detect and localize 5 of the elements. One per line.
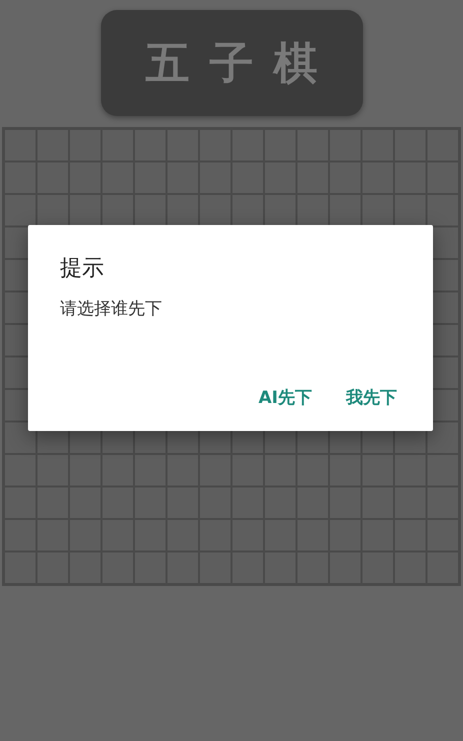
- dialog-button[interactable]: 我先下: [340, 382, 403, 413]
- game-title: 五子棋: [100, 10, 362, 116]
- dialog-title: 提示: [60, 255, 105, 283]
- dialog-message: 请选择谁先下: [60, 298, 163, 321]
- dialog-button[interactable]: AI先下: [252, 382, 318, 413]
